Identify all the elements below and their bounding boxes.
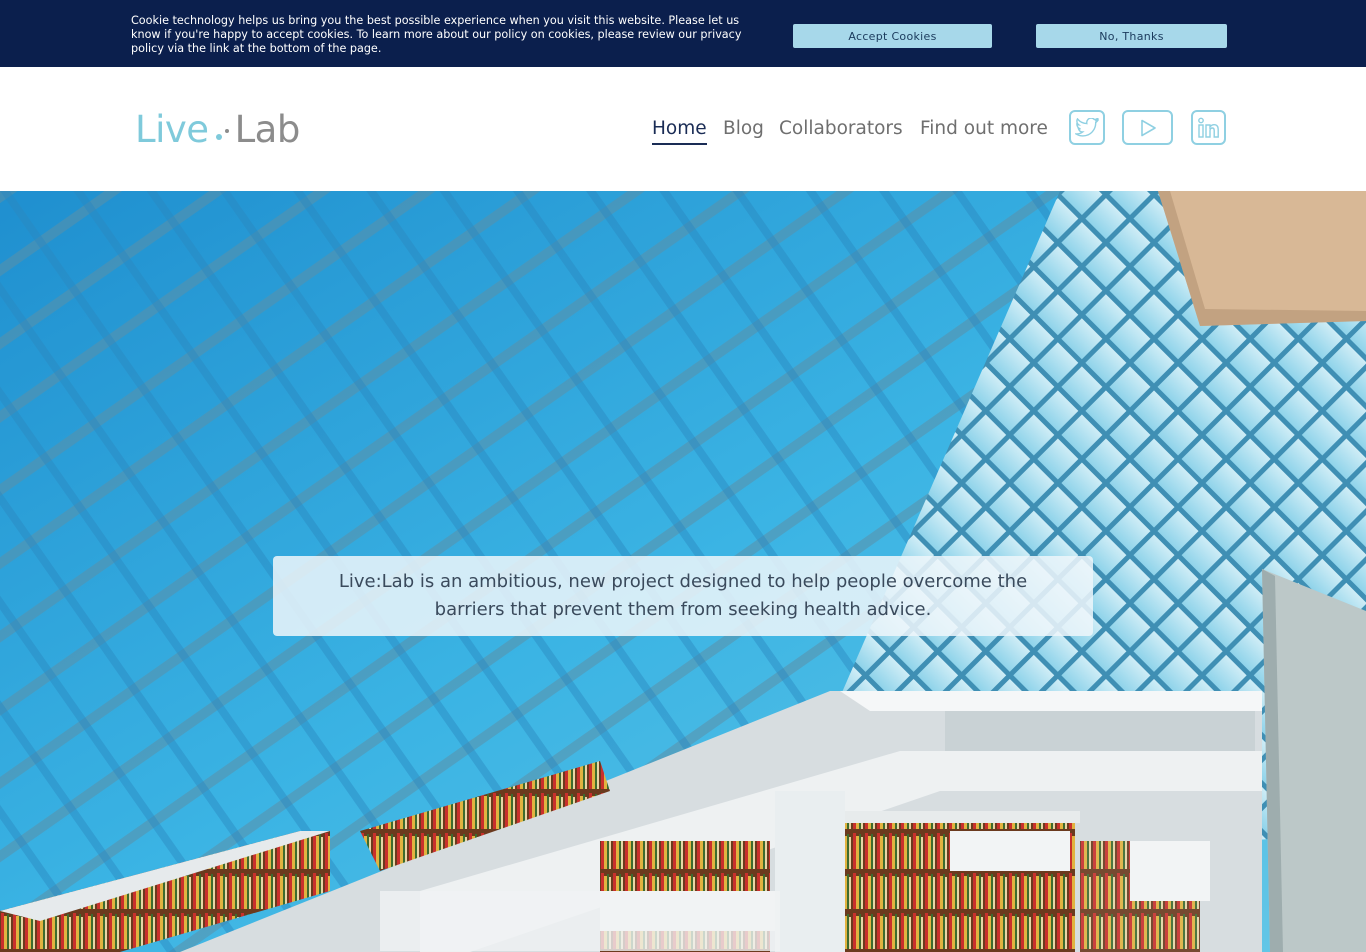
logo-word-lab: Lab [234, 107, 301, 151]
hero-caption-text: Live:Lab is an ambitious, new project de… [338, 571, 1028, 620]
hero-section: Live:Lab is an ambitious, new project de… [0, 191, 1366, 952]
site-header: Live Lab Home Blog Collaborators Find ou… [0, 67, 1366, 191]
twitter-icon [1075, 117, 1099, 138]
cookie-message: Cookie technology helps us bring you the… [131, 14, 742, 55]
logo-word-live: Live [135, 107, 209, 151]
site-logo[interactable]: Live Lab [135, 107, 300, 151]
hero-caption: Live:Lab is an ambitious, new project de… [273, 556, 1093, 636]
linkedin-icon [1197, 116, 1221, 140]
nav-blog[interactable]: Blog [723, 115, 764, 143]
linkedin-link[interactable] [1191, 110, 1226, 145]
youtube-icon [1139, 119, 1157, 137]
cookie-banner: Cookie technology helps us bring you the… [0, 0, 1366, 67]
accept-cookies-button[interactable]: Accept Cookies [793, 24, 992, 48]
decline-cookies-button[interactable]: No, Thanks [1036, 24, 1227, 48]
youtube-link[interactable] [1122, 110, 1173, 145]
nav-home[interactable]: Home [652, 115, 707, 145]
logo-separator-icon [209, 107, 235, 151]
nav-find-out-more[interactable]: Find out more [920, 115, 1048, 143]
twitter-link[interactable] [1069, 110, 1105, 145]
nav-collaborators[interactable]: Collaborators [779, 115, 903, 143]
